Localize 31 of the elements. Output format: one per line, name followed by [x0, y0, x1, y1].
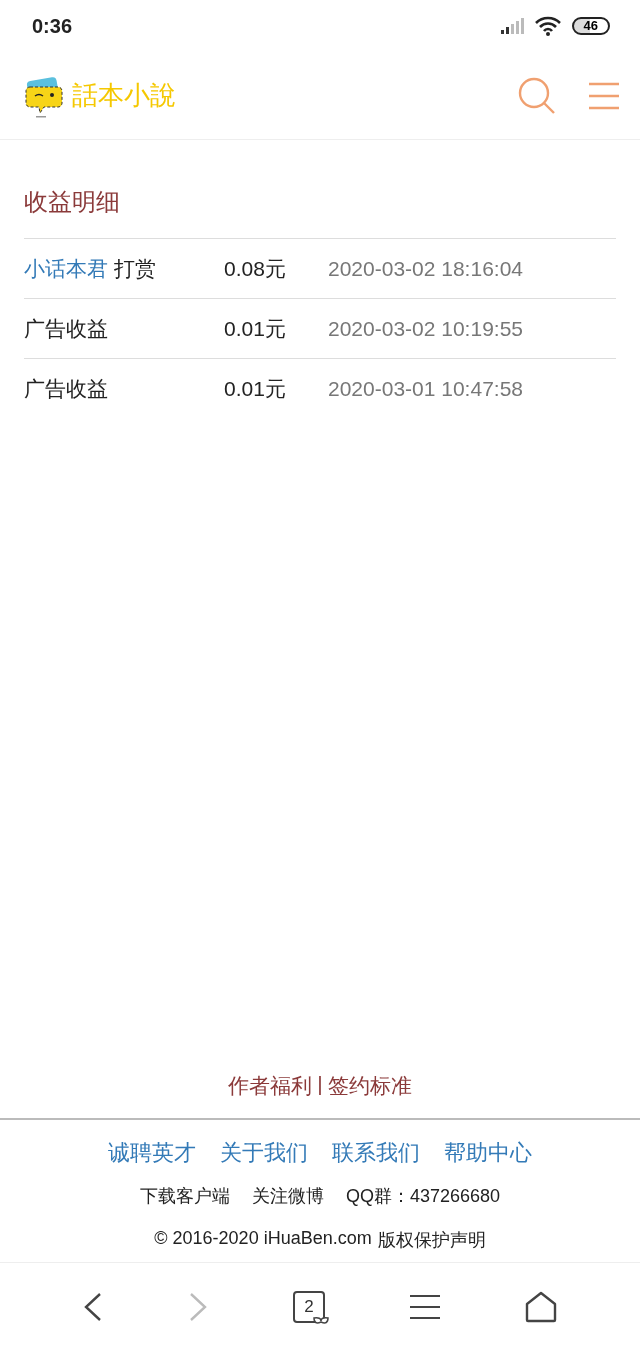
record-type: 广告收益	[24, 315, 108, 342]
record-time: 2020-03-02 10:19:55	[328, 316, 523, 341]
footer-link[interactable]: 签约标准	[327, 1072, 412, 1100]
user-link[interactable]: 小话本君	[24, 254, 108, 283]
record-type: 打赏	[114, 255, 156, 282]
record-amount: 0.08元	[224, 255, 287, 282]
wifi-icon	[533, 16, 562, 36]
battery-icon: 46	[571, 17, 610, 35]
footer-link[interactable]: 下载客户端	[139, 1184, 230, 1208]
signal-icon	[499, 18, 524, 34]
footer-link[interactable]: 关注微博	[251, 1184, 324, 1208]
record-type: 广告收益	[24, 375, 108, 402]
home-icon[interactable]	[525, 1291, 558, 1323]
menu-icon[interactable]	[410, 1294, 441, 1320]
footer-link[interactable]: 关于我们	[220, 1138, 308, 1168]
record-amount: 0.01元	[224, 315, 287, 342]
link-separator: |	[317, 1072, 323, 1097]
footer-link[interactable]: QQ群：437266680	[345, 1184, 501, 1208]
footer-link[interactable]: 版权保护声明	[377, 1228, 486, 1252]
mask-icon	[312, 1317, 329, 1326]
status-time: 0:36	[32, 14, 73, 38]
record-time: 2020-03-01 10:47:58	[328, 376, 523, 401]
section-title: 收益明细	[24, 187, 121, 217]
back-icon[interactable]	[82, 1292, 103, 1322]
footer-link[interactable]: 帮助中心	[444, 1138, 532, 1168]
footer-link[interactable]: 作者福利	[228, 1072, 313, 1100]
record-time: 2020-03-02 18:16:04	[328, 256, 523, 281]
footer-link[interactable]: 联系我们	[332, 1138, 420, 1168]
footer-link[interactable]: 诚聘英才	[108, 1138, 196, 1168]
copyright-text: © 2016-2020 iHuaBen.com	[154, 1228, 372, 1250]
record-amount: 0.01元	[224, 375, 287, 402]
